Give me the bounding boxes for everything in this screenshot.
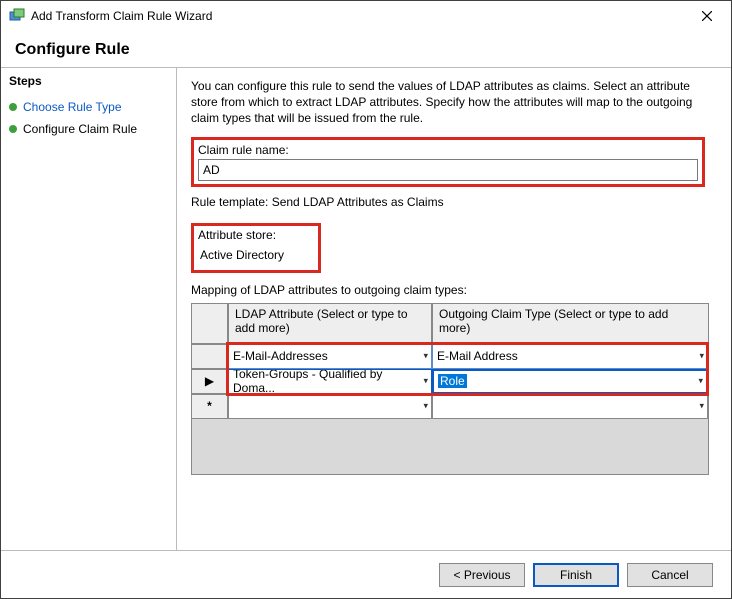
chevron-down-icon: ▾ bbox=[698, 376, 703, 387]
step-choose-rule-type[interactable]: Choose Rule Type bbox=[9, 96, 168, 118]
steps-sidebar: Steps Choose Rule Type Configure Claim R… bbox=[1, 68, 177, 550]
chevron-down-icon: ▾ bbox=[699, 401, 704, 412]
step-configure-claim-rule[interactable]: Configure Claim Rule bbox=[9, 118, 168, 140]
mapping-grid: LDAP Attribute (Select or type to add mo… bbox=[191, 303, 709, 475]
outgoing-claim-cell[interactable]: Role ▾ bbox=[432, 369, 708, 394]
body: Steps Choose Rule Type Configure Claim R… bbox=[1, 68, 731, 550]
grid-header-outgoing-claim: Outgoing Claim Type (Select or type to a… bbox=[432, 304, 708, 344]
title-bar: Add Transform Claim Rule Wizard bbox=[1, 1, 731, 31]
ldap-attribute-cell[interactable]: E-Mail-Addresses ▾ bbox=[228, 344, 432, 369]
cell-value: E-Mail Address bbox=[437, 349, 518, 363]
app-icon bbox=[9, 8, 25, 24]
attribute-store-label: Attribute store: bbox=[198, 228, 314, 242]
chevron-down-icon: ▾ bbox=[423, 401, 428, 412]
grid-row: ▶ Token-Groups - Qualified by Doma... ▾ … bbox=[192, 369, 708, 394]
cancel-button[interactable]: Cancel bbox=[627, 563, 713, 587]
chevron-down-icon: ▾ bbox=[423, 376, 428, 387]
step-label: Choose Rule Type bbox=[23, 100, 122, 114]
page-header: Configure Rule bbox=[1, 31, 731, 68]
rule-template-text: Rule template: Send LDAP Attributes as C… bbox=[191, 195, 705, 209]
claim-rule-name-input[interactable] bbox=[198, 159, 698, 181]
wizard-footer: < Previous Finish Cancel bbox=[1, 550, 731, 598]
cell-value: Role bbox=[438, 374, 467, 388]
step-bullet-icon bbox=[9, 103, 17, 111]
chevron-down-icon: ▾ bbox=[699, 351, 704, 362]
grid-row: * ▾ ▾ bbox=[192, 394, 708, 419]
window-title: Add Transform Claim Rule Wizard bbox=[31, 9, 687, 23]
attribute-store-selected-text: Active Directory bbox=[198, 244, 314, 266]
step-label: Configure Claim Rule bbox=[23, 122, 137, 136]
mapping-label: Mapping of LDAP attributes to outgoing c… bbox=[191, 283, 705, 297]
grid-header-row-selector bbox=[192, 304, 228, 344]
claim-rule-name-label: Claim rule name: bbox=[198, 143, 698, 157]
claim-rule-name-group: Claim rule name: bbox=[191, 137, 705, 187]
grid-header-ldap-attribute: LDAP Attribute (Select or type to add mo… bbox=[228, 304, 432, 344]
cell-value: E-Mail-Addresses bbox=[233, 349, 328, 363]
cell-value: Token-Groups - Qualified by Doma... bbox=[233, 369, 427, 394]
highlight-attribute-store: Attribute store: Active Directory bbox=[191, 223, 321, 273]
grid-row-marker[interactable] bbox=[192, 344, 228, 369]
previous-button[interactable]: < Previous bbox=[439, 563, 525, 587]
step-bullet-icon bbox=[9, 125, 17, 133]
grid-row-marker[interactable]: ▶ bbox=[192, 369, 228, 394]
instruction-text: You can configure this rule to send the … bbox=[191, 78, 705, 127]
ldap-attribute-cell[interactable]: ▾ bbox=[228, 394, 432, 419]
steps-label: Steps bbox=[9, 74, 168, 88]
highlight-claim-rule-name: Claim rule name: bbox=[191, 137, 705, 187]
close-button[interactable] bbox=[687, 2, 727, 30]
finish-button[interactable]: Finish bbox=[533, 563, 619, 587]
chevron-down-icon: ▾ bbox=[423, 351, 428, 362]
outgoing-claim-cell[interactable]: ▾ bbox=[432, 394, 708, 419]
attribute-store-group: Attribute store: Active Directory bbox=[191, 223, 705, 273]
grid-body: E-Mail-Addresses ▾ E-Mail Address ▾ ▶ To… bbox=[192, 344, 708, 419]
wizard-window: Add Transform Claim Rule Wizard Configur… bbox=[0, 0, 732, 599]
ldap-attribute-cell[interactable]: Token-Groups - Qualified by Doma... ▾ bbox=[228, 369, 432, 394]
grid-header-row: LDAP Attribute (Select or type to add mo… bbox=[192, 304, 708, 344]
grid-row-marker[interactable]: * bbox=[192, 394, 228, 419]
grid-row: E-Mail-Addresses ▾ E-Mail Address ▾ bbox=[192, 344, 708, 369]
main-pane: You can configure this rule to send the … bbox=[177, 68, 731, 550]
outgoing-claim-cell[interactable]: E-Mail Address ▾ bbox=[432, 344, 708, 369]
